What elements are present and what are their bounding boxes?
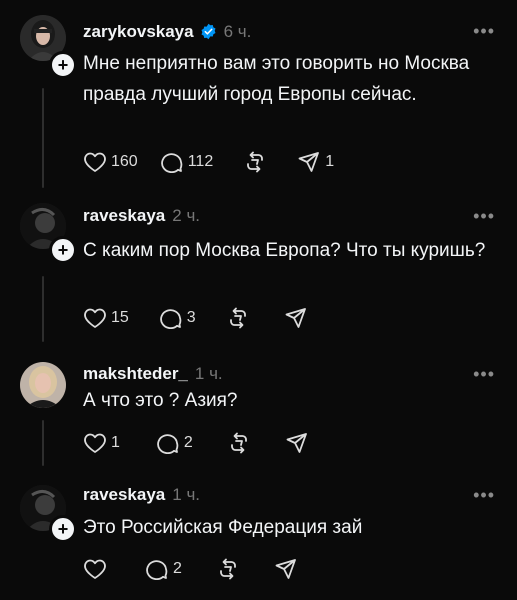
share-button[interactable]: 1: [297, 151, 334, 173]
thread-line: [42, 420, 44, 466]
post-time: 1 ч.: [172, 485, 201, 504]
avatar[interactable]: [20, 362, 66, 408]
post-header: makshteder_ 1 ч.: [83, 364, 223, 384]
comment-count: 2: [183, 434, 193, 451]
heart-icon: [84, 559, 106, 579]
share-button[interactable]: [274, 558, 298, 580]
share-button[interactable]: [285, 432, 309, 454]
heart-icon: [84, 308, 106, 328]
post-header: raveskaya 1 ч.: [83, 485, 200, 505]
repost-button[interactable]: [227, 432, 251, 454]
like-button[interactable]: 15: [83, 307, 129, 329]
username[interactable]: zarykovskaya: [83, 22, 194, 41]
comment-count: 2: [173, 560, 182, 577]
comment-button[interactable]: 112: [160, 151, 214, 173]
repost-icon: [229, 307, 246, 329]
post-actions: 1 2: [83, 431, 309, 455]
send-icon: [286, 433, 307, 453]
username[interactable]: makshteder_: [83, 364, 188, 383]
send-icon: [298, 152, 320, 172]
like-count: 15: [111, 309, 129, 326]
post-text: С каким пор Москва Европа? Что ты куришь…: [83, 240, 486, 261]
send-icon: [285, 308, 306, 328]
thread-line: [42, 88, 44, 188]
username[interactable]: raveskaya: [83, 206, 165, 225]
post-text: Это Российская Федерация зай: [83, 517, 363, 538]
follow-plus-button[interactable]: +: [49, 515, 77, 543]
post-actions: 160 112 1: [83, 150, 334, 174]
more-options-icon[interactable]: •••: [473, 486, 495, 504]
post-header: raveskaya 2 ч.: [83, 206, 200, 226]
heart-icon: [84, 433, 106, 453]
like-button[interactable]: [83, 558, 111, 580]
repost-icon: [220, 558, 236, 580]
post-text: А что это ? Азия?: [83, 390, 238, 411]
blonde-woman-avatar-icon: [20, 362, 66, 408]
comment-count: 3: [186, 309, 196, 326]
post-header: zarykovskaya 6 ч.: [83, 22, 251, 42]
comment-button[interactable]: 2: [145, 558, 182, 580]
thread-line: [42, 276, 44, 342]
comment-icon: [157, 434, 179, 454]
more-options-icon[interactable]: •••: [473, 365, 495, 383]
like-count: 1: [111, 434, 120, 451]
post-time: 6 ч.: [223, 22, 252, 41]
heart-icon: [84, 152, 106, 172]
post-time: 2 ч.: [172, 206, 201, 225]
more-options-icon[interactable]: •••: [473, 207, 495, 225]
send-icon: [275, 559, 296, 579]
repost-button[interactable]: [216, 558, 240, 580]
post-actions: 15 3: [83, 306, 308, 330]
like-button[interactable]: 160: [83, 151, 138, 173]
verified-badge-icon: [201, 23, 216, 40]
repost-button[interactable]: [226, 307, 250, 329]
more-options-icon[interactable]: •••: [473, 22, 495, 40]
comment-icon: [160, 153, 182, 173]
repost-button[interactable]: [243, 151, 267, 173]
post-text: Мне неприятно вам это говорить но Москва…: [83, 53, 470, 105]
share-button[interactable]: [284, 307, 308, 329]
repost-icon: [247, 151, 264, 173]
like-button[interactable]: 1: [83, 432, 120, 454]
comment-button[interactable]: 2: [156, 432, 193, 454]
comment-icon: [146, 560, 168, 580]
username[interactable]: raveskaya: [83, 485, 165, 504]
comment-count: 112: [187, 153, 214, 170]
follow-plus-button[interactable]: +: [49, 51, 77, 79]
comment-icon: [160, 309, 182, 329]
follow-plus-button[interactable]: +: [49, 236, 77, 264]
comment-button[interactable]: 3: [159, 307, 196, 329]
share-count: 1: [325, 153, 335, 170]
post-time: 1 ч.: [194, 364, 223, 383]
post-actions: 2: [83, 557, 298, 581]
repost-icon: [230, 432, 247, 454]
like-count: 160: [111, 153, 138, 170]
